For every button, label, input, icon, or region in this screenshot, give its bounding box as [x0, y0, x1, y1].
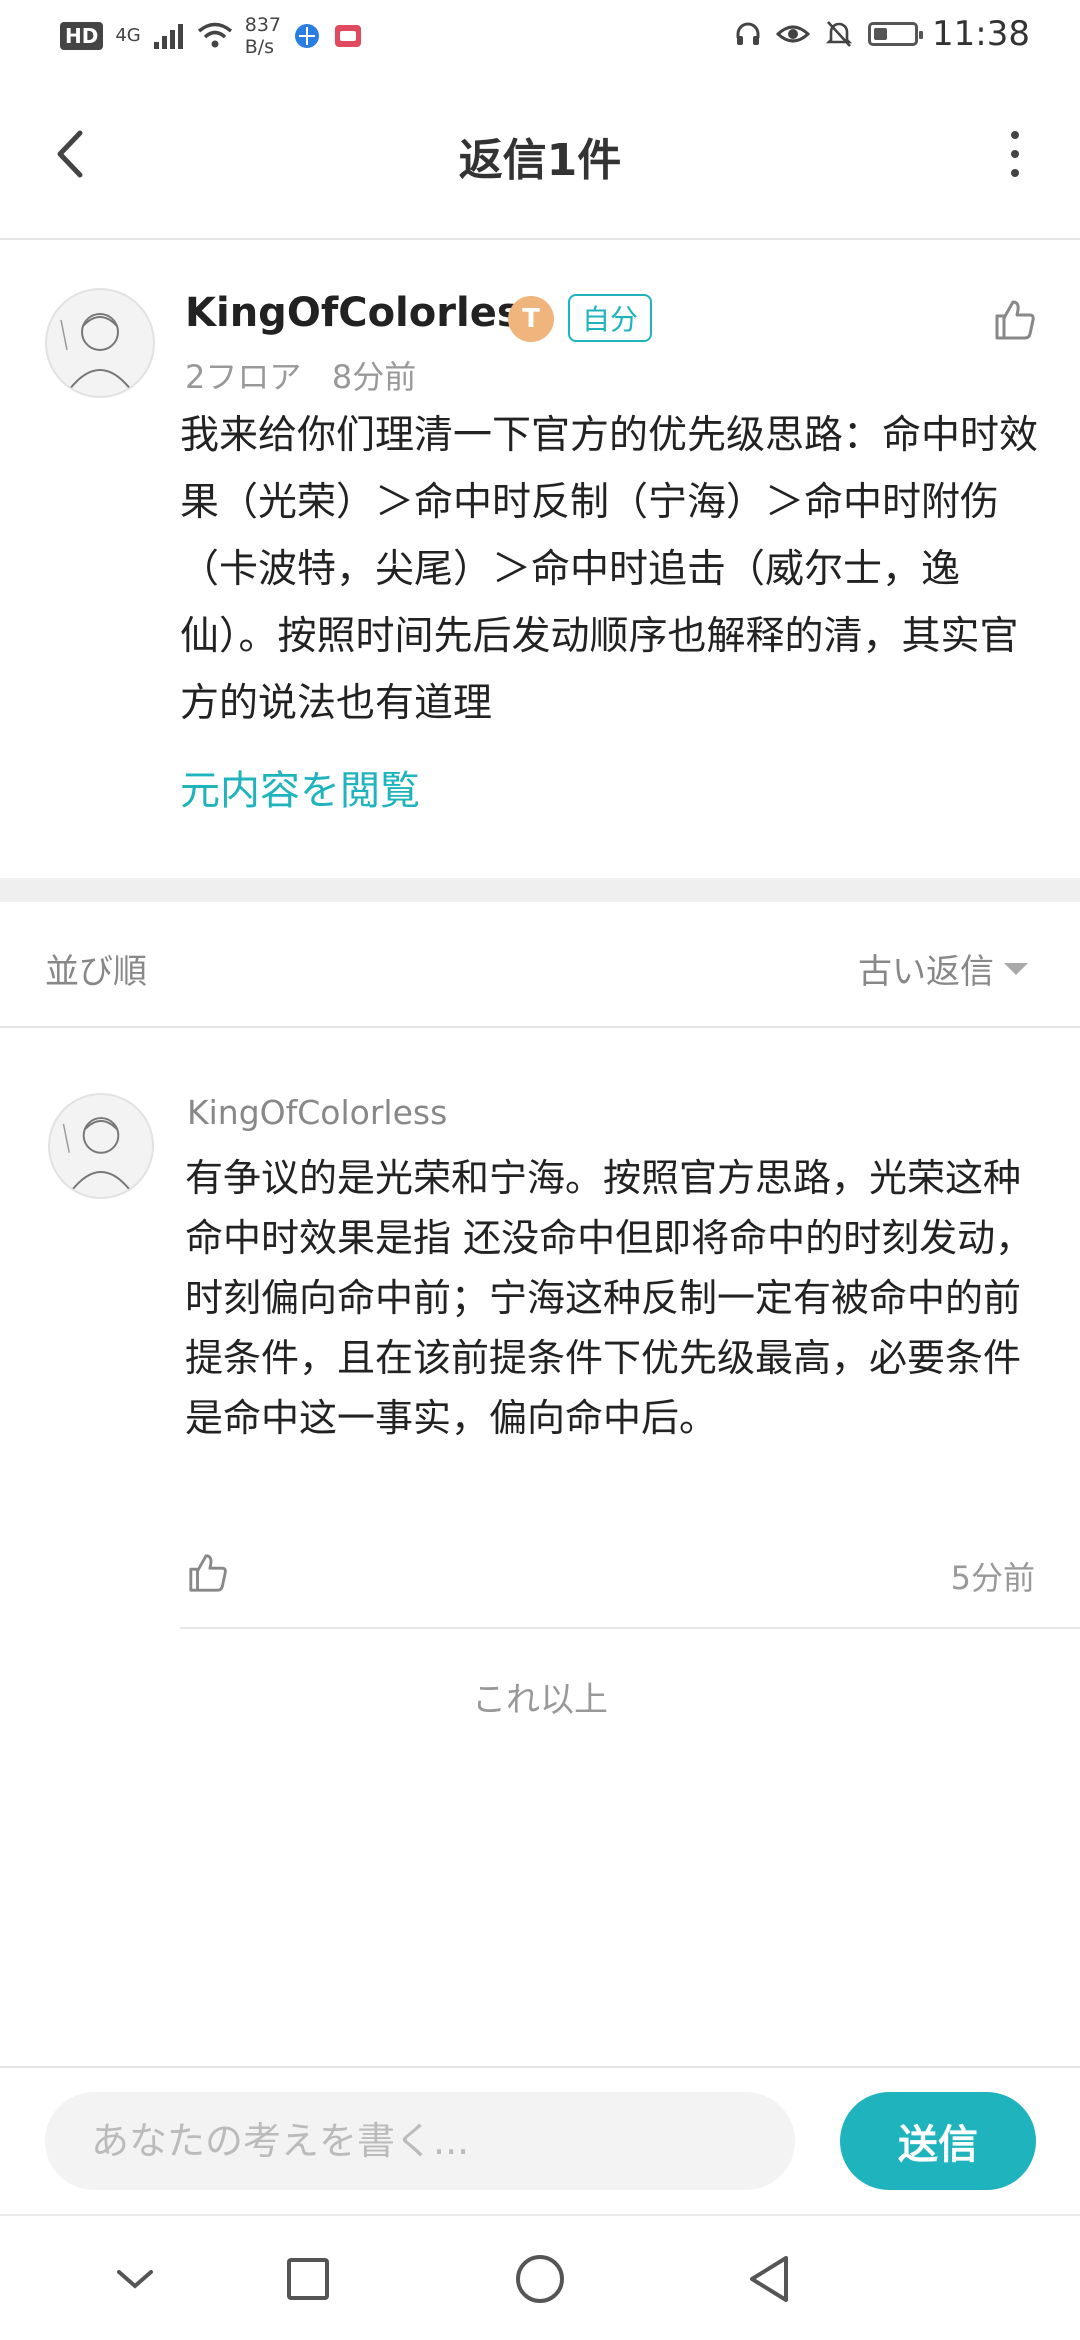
- user-avatar-icon: [60, 313, 132, 391]
- like-button[interactable]: [985, 290, 1045, 350]
- main-comment: KingOfColorless T 自分 2フロア 8分前 我来给你们理清一下官…: [0, 240, 1080, 878]
- avatar[interactable]: [45, 288, 155, 398]
- sort-dropdown[interactable]: 古い返信: [858, 944, 1028, 993]
- chevron-down-icon: [117, 2270, 153, 2289]
- video-app-icon: [335, 25, 362, 47]
- reply-divider: [180, 1627, 1080, 1629]
- level-badge: T: [508, 296, 554, 342]
- sort-bar: 並び順 古い返信: [0, 902, 1080, 1028]
- reply-item: KingOfColorless 有争议的是光荣和宁海。按照官方思路，光荣这种命中…: [0, 1028, 1080, 1629]
- triangle-back-icon: [750, 2256, 788, 2302]
- system-nav-bar: [0, 2214, 1080, 2340]
- headphone-icon: [736, 22, 760, 45]
- comment-input[interactable]: [45, 2092, 795, 2190]
- reply-author[interactable]: KingOfColorless: [187, 1093, 447, 1132]
- hd-indicator: HD: [60, 22, 104, 50]
- self-tag: 自分: [568, 294, 653, 342]
- send-button[interactable]: 送信: [840, 2092, 1036, 2190]
- floor-number: 2フロア: [185, 358, 302, 396]
- reply-time: 5分前: [950, 1559, 1035, 1597]
- nav-recents-button[interactable]: [273, 2244, 343, 2314]
- end-of-list-text: これ以上: [472, 1680, 608, 1720]
- speed-unit: B/s: [244, 36, 275, 58]
- speed-value: 837: [244, 14, 282, 36]
- mute-bell-icon: [825, 21, 853, 47]
- user-avatar-icon: [62, 1117, 132, 1192]
- comment-time: 8分前: [331, 358, 417, 396]
- status-right: 11:38: [734, 14, 1030, 54]
- comment-input-bar: 送信: [0, 2066, 1080, 2214]
- sort-value: 古い返信: [858, 952, 994, 992]
- nav-collapse-button[interactable]: [100, 2244, 170, 2314]
- comment-text: 我来给你们理清一下官方的优先级思路：命中时效果（光荣）＞命中时反制（宁海）＞命中…: [180, 413, 1039, 726]
- network-type: 4G: [115, 25, 141, 46]
- view-original-link[interactable]: 元内容を閲覧: [180, 758, 420, 816]
- caret-down-icon: [1004, 962, 1028, 975]
- more-options-button[interactable]: [990, 124, 1040, 184]
- battery-icon: [868, 22, 924, 46]
- comment-meta: 2フロア 8分前: [185, 352, 416, 398]
- status-bar: HD 4G 837 B/s 11:38: [0, 0, 1080, 72]
- battery-fill: [874, 28, 888, 40]
- page-title: 返信1件: [458, 135, 622, 186]
- nav-back-button[interactable]: [733, 2244, 803, 2314]
- reply-like-button[interactable]: [178, 1543, 238, 1603]
- avatar[interactable]: [48, 1093, 154, 1199]
- section-divider: [0, 878, 1080, 902]
- wifi-icon: [197, 22, 232, 48]
- eye-icon: [776, 25, 811, 43]
- network-speed: 837 B/s: [245, 14, 281, 58]
- clock: 11:38: [932, 14, 1030, 54]
- thumbs-up-icon: [189, 1554, 227, 1592]
- sort-label: 並び順: [45, 952, 147, 992]
- status-left: HD 4G 837 B/s: [60, 14, 363, 58]
- circle-icon: [516, 2255, 564, 2303]
- nav-home-button[interactable]: [505, 2244, 575, 2314]
- more-dot-icon: [1011, 131, 1019, 139]
- thumbs-up-icon: [995, 300, 1035, 340]
- more-dot-icon: [1011, 150, 1019, 158]
- more-dot-icon: [1011, 169, 1019, 177]
- signal-icon: [153, 24, 183, 49]
- top-app-bar: 返信1件: [0, 72, 1080, 240]
- browser-app-icon: [295, 24, 320, 48]
- reply-text: 有争议的是光荣和宁海。按照官方思路，光荣这种命中时效果是指 还没命中但即将命中的…: [185, 1156, 1034, 1440]
- comment-author[interactable]: KingOfColorless: [185, 290, 544, 336]
- square-icon: [287, 2258, 329, 2300]
